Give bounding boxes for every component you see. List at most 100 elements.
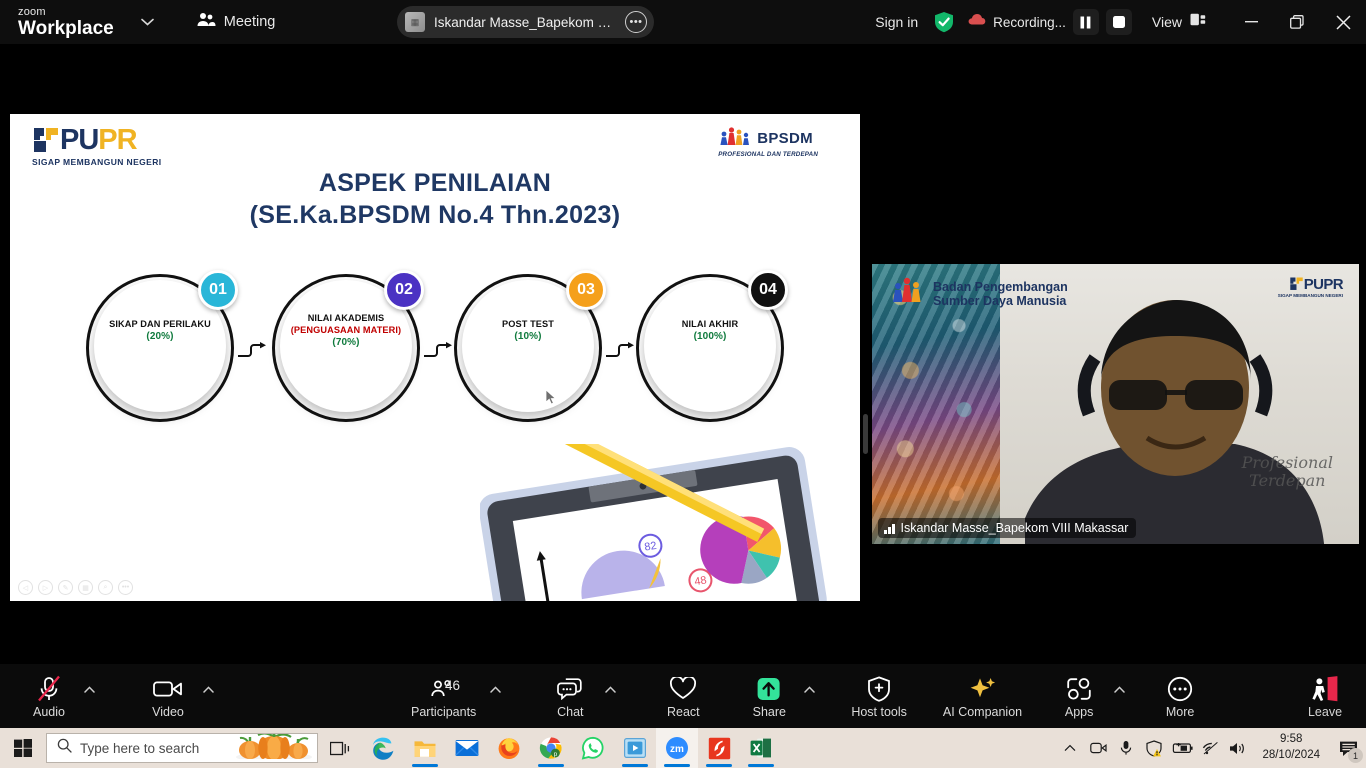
chat-label: Chat: [557, 704, 584, 719]
chrome-icon[interactable]: p: [530, 728, 572, 768]
pen-icon[interactable]: ✎: [58, 580, 73, 595]
shared-file-tab[interactable]: ▦ Iskandar Masse_Bapekom VIII Ma •••: [397, 6, 654, 38]
prev-slide-icon[interactable]: ◁: [18, 580, 33, 595]
battery-charging-icon[interactable]: [1168, 728, 1196, 768]
clock[interactable]: 9:58 28/10/2024: [1252, 728, 1330, 768]
video-options-caret-icon[interactable]: [195, 685, 222, 696]
vtile-org-line2: Sumber Daya Manusia: [933, 293, 1067, 308]
wifi-icon[interactable]: [1196, 728, 1224, 768]
apps-button[interactable]: Apps: [1052, 664, 1106, 728]
whatsapp-icon[interactable]: [572, 728, 614, 768]
drag-handle-icon[interactable]: [863, 414, 868, 454]
shield-host-icon: [867, 674, 891, 704]
chat-bubble-icon: [557, 674, 583, 704]
file-explorer-icon[interactable]: [404, 728, 446, 768]
step-badge-04: 04: [748, 270, 788, 310]
mail-icon[interactable]: [446, 728, 488, 768]
zoom-tray-icon[interactable]: [1084, 728, 1112, 768]
leave-button[interactable]: Leave: [1298, 664, 1352, 728]
powerpoint-slideshow-controls[interactable]: ◁ ▷ ✎ ▦ ⌕ •••: [18, 580, 133, 595]
pupr-tagline: SIGAP MEMBANGUN NEGERI: [32, 157, 162, 167]
chat-button[interactable]: Chat: [543, 664, 597, 728]
svg-text:48: 48: [694, 574, 708, 588]
pause-icon[interactable]: [1072, 9, 1099, 35]
more-label: More: [1165, 704, 1195, 719]
microphone-muted-icon: [36, 674, 62, 704]
participants-count: 46: [445, 678, 461, 693]
step-name-03: POST TEST: [502, 319, 554, 329]
view-menu[interactable]: View: [1152, 13, 1206, 31]
step-label-04: NILAI AKHIR (100%): [642, 318, 778, 344]
sign-in-button[interactable]: Sign in: [875, 14, 918, 30]
audio-options-caret-icon[interactable]: [76, 685, 103, 696]
more-options-icon[interactable]: •••: [118, 580, 133, 595]
toolbar-left-group: Audio Video: [22, 664, 222, 728]
security-warning-icon[interactable]: [1140, 728, 1168, 768]
running-underline: [706, 764, 732, 767]
minimize-icon[interactable]: [1228, 0, 1274, 44]
zoom-icon[interactable]: ⌕: [98, 580, 113, 595]
pumpkins-icon: [235, 734, 313, 762]
vtile-pupr-logo: PUPR SIGAP MEMBANGUN NEGERI: [1278, 276, 1344, 298]
svg-text:82: 82: [644, 540, 658, 554]
brand-zoom-label: zoom: [18, 5, 46, 18]
react-button[interactable]: React: [656, 664, 710, 728]
more-button[interactable]: More: [1153, 664, 1207, 728]
bpsdm-people-icon: [718, 126, 752, 151]
apps-icon: [1066, 674, 1092, 704]
search-icon: [57, 738, 72, 758]
next-slide-icon[interactable]: ▷: [38, 580, 53, 595]
windows-taskbar: Type here to search p zm 9:58 28/10/2024…: [0, 728, 1366, 768]
vtile-org-logo: Badan Pengembangan Sumber Daya Manusia: [890, 276, 1068, 311]
bpsdm-logo: BPSDM PROFESIONAL DAN TERDEPAN: [718, 126, 818, 158]
meeting-tab[interactable]: Meeting: [188, 7, 284, 37]
chevron-down-icon[interactable]: [134, 8, 162, 36]
participants-button[interactable]: 46 Participants: [405, 664, 482, 728]
smadav-icon[interactable]: [698, 728, 740, 768]
host-tools-button[interactable]: Host tools: [845, 664, 913, 728]
step-name-02: NILAI AKADEMIS: [307, 313, 385, 323]
vtile-org-line1: Badan Pengembangan: [933, 279, 1068, 294]
react-label: React: [666, 704, 700, 719]
windows-start-icon[interactable]: [0, 728, 46, 768]
pupr-word-pr: PR: [98, 124, 137, 156]
tablet-with-pencil-and-charts-illustration: 82 48: [478, 411, 860, 601]
brand-workplace-label: Workplace: [18, 17, 114, 39]
participants-label: Participants: [411, 704, 477, 719]
ellipsis-icon[interactable]: •••: [625, 11, 647, 33]
excel-icon[interactable]: [740, 728, 782, 768]
search-input[interactable]: Type here to search: [46, 733, 318, 763]
edge-icon[interactable]: [362, 728, 404, 768]
meeting-toolbar: Audio Video 46 Participants Chat React S…: [0, 664, 1366, 728]
microphone-tray-icon[interactable]: [1112, 728, 1140, 768]
step-name-01: SIKAP DAN PERILAKU: [109, 319, 211, 329]
shield-check-icon[interactable]: [934, 11, 954, 33]
firefox-icon[interactable]: [488, 728, 530, 768]
notification-icon[interactable]: 1: [1330, 728, 1366, 768]
stop-icon[interactable]: [1105, 9, 1132, 35]
participants-caret-icon[interactable]: [482, 685, 509, 696]
video-button[interactable]: Video: [141, 664, 195, 728]
restore-icon[interactable]: [1274, 0, 1320, 44]
chat-caret-icon[interactable]: [597, 685, 624, 696]
participant-video-tile[interactable]: Badan Pengembangan Sumber Daya Manusia P…: [872, 264, 1359, 544]
host-tools-label: Host tools: [851, 704, 907, 719]
close-icon[interactable]: [1320, 0, 1366, 44]
share-button[interactable]: Share: [742, 664, 796, 728]
step-arrow-3: [606, 342, 636, 357]
ai-companion-label: AI Companion: [942, 704, 1023, 719]
task-view-icon[interactable]: [318, 728, 362, 768]
layout-view-icon: [1190, 13, 1206, 31]
zoom-icon[interactable]: zm: [656, 728, 698, 768]
audio-button[interactable]: Audio: [22, 664, 76, 728]
share-caret-icon[interactable]: [796, 685, 823, 696]
shared-screen-slide[interactable]: PUPR SIGAP MEMBANGUN NEGERI BPSDM PROFES…: [10, 114, 860, 601]
all-slides-icon[interactable]: ▦: [78, 580, 93, 595]
ai-companion-button[interactable]: AI Companion: [937, 664, 1028, 728]
toolbar-center-group: 46 Participants Chat React Share Host to…: [405, 664, 1207, 728]
show-hidden-icons-icon[interactable]: [1056, 728, 1084, 768]
media-player-icon[interactable]: [614, 728, 656, 768]
volume-icon[interactable]: [1224, 728, 1252, 768]
apps-caret-icon[interactable]: [1106, 685, 1133, 696]
camera-icon: [153, 674, 183, 704]
